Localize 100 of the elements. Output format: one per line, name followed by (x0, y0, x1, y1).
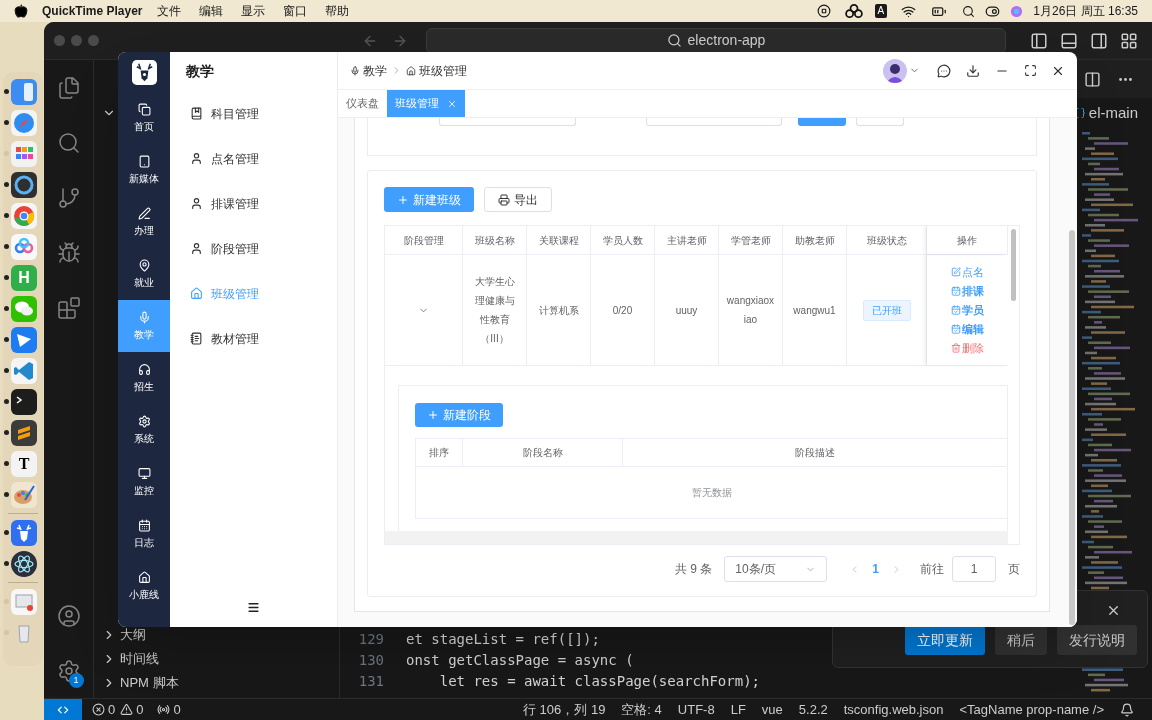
nav-item[interactable]: 新媒体 (118, 144, 170, 196)
user-icon (190, 197, 203, 210)
warning-count: 0 (136, 700, 144, 719)
status-item[interactable]: vue (761, 699, 783, 720)
menu-item[interactable]: 文件 (156, 2, 181, 20)
download-icon[interactable] (966, 63, 980, 78)
scrollbar-thumb[interactable] (1069, 230, 1075, 625)
status-item[interactable]: tsconfig.web.json (843, 699, 944, 720)
panel-section-header[interactable]: 大纲 (102, 628, 146, 642)
cloud-app-icon[interactable] (844, 4, 863, 18)
sidebar-toggle-icon[interactable] (1030, 31, 1048, 50)
menu-item[interactable]: 编辑 (198, 2, 223, 20)
line-number: 131 (357, 672, 384, 691)
column-header: 关联课程 (527, 226, 591, 254)
clock[interactable]: 1月26日 周五 16:35 (1033, 2, 1138, 20)
command-center[interactable]: electron-app (426, 27, 1006, 54)
menu-item[interactable]: 窗口 (282, 2, 307, 20)
submenu-item[interactable]: 点名管理 (170, 136, 337, 181)
app-icon[interactable] (11, 550, 37, 577)
status-item[interactable]: LF (730, 699, 746, 720)
nav-item[interactable]: 监控 (118, 456, 170, 508)
status-tag: 已开班 (862, 299, 911, 321)
nav-item[interactable]: 日志 (118, 508, 170, 560)
calendar-icon (951, 286, 961, 296)
app-icon[interactable] (11, 419, 37, 446)
nav-item[interactable]: 系统 (118, 404, 170, 456)
menu-item[interactable]: 帮助 (324, 2, 349, 20)
page-size-select[interactable]: 10条/页 (724, 556, 828, 582)
app-icon[interactable] (11, 171, 37, 198)
user-icon (190, 152, 203, 165)
notification-button[interactable]: 稍后 (995, 625, 1047, 655)
status-item[interactable]: 空格: 4 (621, 699, 662, 720)
account-icon[interactable] (56, 603, 81, 628)
app-menu[interactable]: QuickTime Player (42, 2, 143, 20)
status-item[interactable]: <TagName prop-name /> (959, 699, 1104, 720)
message-icon[interactable] (937, 63, 951, 78)
record-stop-icon[interactable] (816, 4, 831, 18)
nav-item[interactable]: 办理 (118, 196, 170, 248)
settings-icon[interactable] (56, 658, 81, 683)
page-input[interactable]: 1 (952, 556, 996, 582)
debug-icon[interactable] (56, 240, 81, 265)
submenu-item[interactable]: 阶段管理 (170, 226, 337, 271)
assistant-icon[interactable] (1010, 4, 1024, 18)
bell-icon[interactable] (1120, 702, 1134, 717)
layout-icon[interactable] (1120, 31, 1138, 50)
input-method-indicator[interactable]: A (874, 4, 888, 18)
headset-icon (137, 362, 151, 376)
menu-item[interactable]: 显示 (240, 2, 265, 20)
search-icon[interactable] (962, 4, 976, 18)
notification-button[interactable]: 立即更新 (905, 625, 985, 655)
split-editor-icon[interactable] (1084, 70, 1101, 88)
submenu-item[interactable]: 教材管理 (170, 316, 337, 361)
panel-toggle-icon[interactable] (1060, 31, 1078, 50)
breadcrumb-item[interactable]: 班级管理 (406, 61, 467, 80)
search-icon[interactable] (56, 130, 81, 155)
notification-badge: 1 (68, 673, 84, 688)
submenu-item[interactable]: 科目管理 (170, 91, 337, 136)
column-header: 主讲老师 (655, 226, 719, 254)
panel-section-header[interactable]: NPM 脚本 (102, 676, 179, 690)
status-item[interactable]: 5.2.2 (798, 699, 828, 720)
input-field[interactable] (646, 118, 782, 126)
problems-indicator[interactable]: 0 0 (92, 699, 144, 720)
code-line: onst getClassPage = async ( (406, 651, 634, 670)
source-control-icon[interactable] (56, 185, 81, 210)
extensions-icon[interactable] (56, 295, 81, 320)
breadcrumb-item[interactable]: 教学 (350, 61, 387, 80)
nav-item[interactable]: 小鹿线 (118, 560, 170, 612)
table-cell-text: uuuy (674, 303, 699, 318)
explorer-icon[interactable] (56, 75, 81, 100)
microphone-icon (137, 310, 151, 324)
notification-button[interactable]: 发行说明 (1057, 625, 1137, 655)
nav-item[interactable]: 就业 (118, 248, 170, 300)
table-cell-text: wangwu1 (792, 303, 837, 318)
submenu-item[interactable]: 排课管理 (170, 181, 337, 226)
column-header: 助教老师 (783, 226, 847, 254)
panel-section-header[interactable]: 时间线 (102, 652, 159, 666)
ports-indicator[interactable]: 0 (157, 699, 181, 720)
export-button[interactable]: 导出 (484, 187, 552, 212)
menu-icon[interactable] (247, 600, 260, 614)
house-icon (137, 570, 151, 584)
apple-icon[interactable] (14, 4, 28, 18)
notebook-icon (190, 332, 203, 345)
avatar[interactable] (883, 58, 907, 83)
nav-item[interactable]: 首页 (118, 92, 170, 144)
status-item[interactable]: 行 106，列 19 (523, 699, 606, 720)
input-field[interactable] (439, 118, 576, 126)
wifi-icon[interactable] (901, 3, 917, 19)
nav-item[interactable]: 招生 (118, 352, 170, 404)
app-icon[interactable] (11, 388, 37, 415)
secondary-sidebar-icon[interactable] (1090, 31, 1108, 50)
table-cell-text: 计算机系 (537, 303, 580, 318)
submenu-title: 教学 (185, 62, 215, 81)
remote-button[interactable] (44, 699, 82, 720)
scrollbar-thumb[interactable] (1011, 229, 1016, 301)
status-item[interactable]: UTF-8 (677, 699, 715, 720)
maximize-icon[interactable] (1024, 64, 1037, 77)
control-center-icon[interactable] (985, 3, 1001, 19)
app-icon[interactable]: T (11, 450, 37, 477)
column-header: 班级名称 (463, 226, 527, 254)
page-tab[interactable]: 仪表盘 (338, 90, 387, 117)
